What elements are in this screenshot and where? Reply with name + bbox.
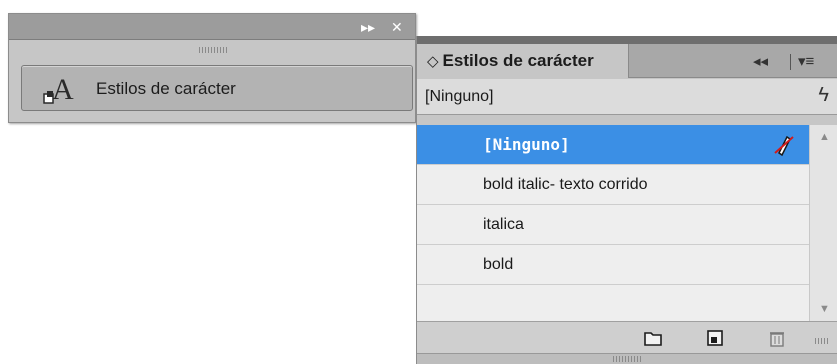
tab-cycle-icon[interactable]: ◇ <box>427 53 439 70</box>
panel-top-strip[interactable] <box>417 36 837 44</box>
scroll-down-icon[interactable]: ▼ <box>819 303 830 315</box>
new-style-icon[interactable] <box>705 329 725 347</box>
list-item[interactable] <box>417 285 809 325</box>
character-styles-icon: A <box>43 73 74 106</box>
panel-bottom-strip[interactable] <box>417 353 837 364</box>
style-label: bold <box>483 256 514 273</box>
collapsed-styles-panel: ▸▸ ✕ A Estilos de carácter <box>8 13 416 123</box>
list-item[interactable]: [Ninguno] <box>417 125 809 165</box>
drag-grip[interactable] <box>613 356 643 362</box>
resize-grip[interactable] <box>815 338 829 344</box>
tab-label: Estilos de carácter <box>442 51 594 70</box>
collapse-icon[interactable]: ▸▸ <box>361 18 375 36</box>
character-styles-panel: ◇ Estilos de carácter ◂◂ ▾≡ [Ninguno] ϟ [… <box>416 36 837 364</box>
list-item[interactable]: bold italic- texto corrido <box>417 165 809 205</box>
current-style-value: [Ninguno] <box>425 88 494 105</box>
panel-tab-row: ◇ Estilos de carácter ◂◂ ▾≡ <box>417 44 837 78</box>
character-styles-button[interactable]: A Estilos de carácter <box>21 65 413 111</box>
trash-icon[interactable] <box>767 329 787 347</box>
drag-grip[interactable] <box>199 47 229 53</box>
list-scrollbar[interactable]: ▲ ▼ <box>809 125 837 321</box>
panel-footer <box>417 321 837 353</box>
expand-panel-icon[interactable]: ◂◂ <box>753 52 768 70</box>
list-item[interactable]: bold <box>417 245 809 285</box>
style-label: [Ninguno] <box>483 135 570 154</box>
scroll-up-icon[interactable]: ▲ <box>819 131 830 143</box>
folder-icon[interactable] <box>643 329 663 347</box>
panel-titlebar[interactable]: ▸▸ ✕ <box>9 14 415 40</box>
tab-divider <box>790 54 791 70</box>
panel-menu-icon[interactable]: ▾≡ <box>798 52 814 70</box>
no-edit-icon <box>774 135 794 157</box>
svg-text:A: A <box>52 73 74 106</box>
character-styles-label: Estilos de carácter <box>96 79 236 98</box>
close-icon[interactable]: ✕ <box>391 18 403 36</box>
styles-list: [Ninguno] bold italic- texto corrido ita… <box>417 125 809 325</box>
tab-character-styles[interactable]: ◇ Estilos de carácter <box>417 44 629 78</box>
quick-apply-icon[interactable]: ϟ <box>818 84 829 107</box>
current-style-row: [Ninguno] ϟ <box>417 79 837 115</box>
style-label: italica <box>483 216 524 233</box>
list-item[interactable]: italica <box>417 205 809 245</box>
style-label: bold italic- texto corrido <box>483 176 648 193</box>
